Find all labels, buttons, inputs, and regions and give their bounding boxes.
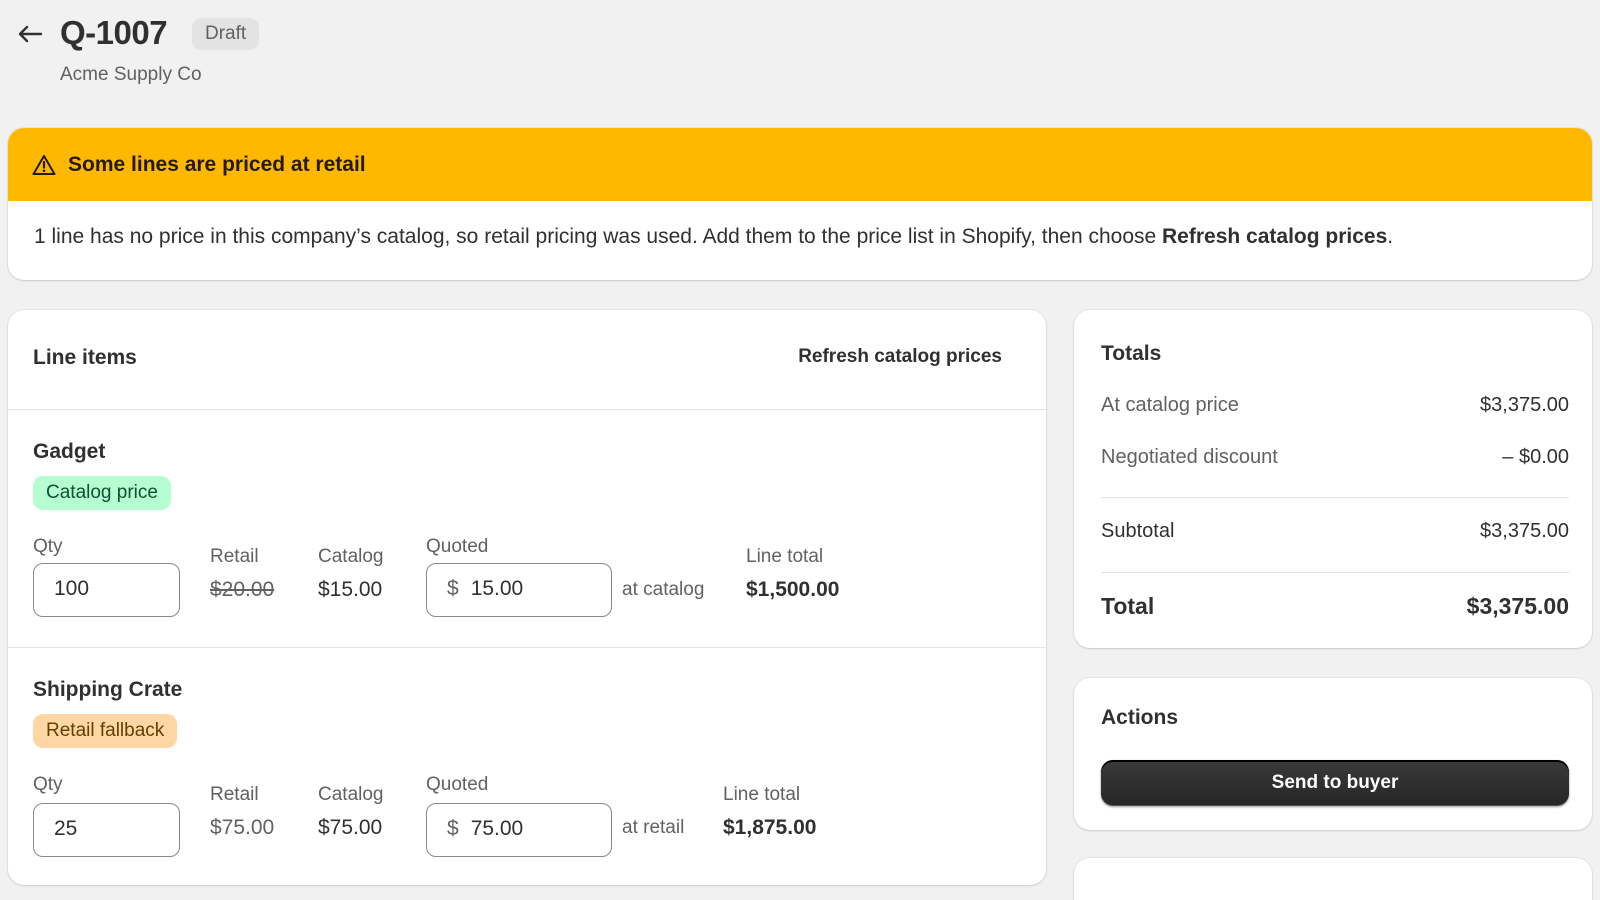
retail-fallback-badge: Retail fallback (33, 714, 178, 748)
quoted-price-input[interactable]: $75.00 (426, 803, 612, 857)
qty-input[interactable]: 25 (33, 803, 180, 857)
banner-title: Some lines are priced at retail (68, 152, 366, 176)
back-button[interactable] (16, 20, 44, 48)
banner-emphasis: Refresh catalog prices (1162, 225, 1388, 248)
arrow-left-icon (18, 25, 43, 43)
line-total-label: Line total (746, 546, 824, 567)
catalog-price-badge: Catalog price (33, 476, 171, 510)
quoted-value: 75.00 (470, 817, 524, 840)
line-items-title: Line items (33, 346, 137, 369)
line-total-value: $1,500.00 (746, 578, 840, 601)
line-total-label: Line total (723, 784, 801, 805)
pricing-note: at retail (622, 817, 685, 838)
actions-card: Actions Send to buyer (1074, 678, 1592, 830)
total-value: $3,375.00 (1466, 593, 1569, 619)
line-items-header: Line items Refresh catalog prices (8, 310, 1046, 410)
retail-label: Retail (210, 546, 259, 567)
qty-label: Qty (33, 774, 63, 795)
at-catalog-value: $3,375.00 (1480, 394, 1569, 416)
line-item-row: Gadget Catalog price Qty 100 Retail $20.… (8, 410, 1046, 647)
qty-label: Qty (33, 536, 63, 557)
totals-divider (1101, 572, 1569, 573)
retail-price: $20.00 (210, 578, 275, 601)
line-items-card: Line items Refresh catalog prices Gadget… (8, 310, 1046, 885)
product-name: Gadget (33, 440, 106, 463)
retail-price: $75.00 (210, 816, 275, 839)
totals-card: Totals At catalog price $3,375.00 Negoti… (1074, 310, 1592, 648)
actions-title: Actions (1101, 706, 1179, 729)
discount-value: – $0.00 (1502, 446, 1569, 468)
quoted-label: Quoted (426, 536, 489, 557)
catalog-label: Catalog (318, 546, 384, 567)
product-name: Shipping Crate (33, 678, 183, 701)
currency-prefix: $ (447, 577, 459, 600)
send-to-buyer-button[interactable]: Send to buyer (1101, 760, 1569, 806)
catalog-label: Catalog (318, 784, 384, 805)
status-badge: Draft (192, 18, 260, 50)
total-label: Total (1101, 593, 1155, 619)
banner-message: 1 line has no price in this company’s ca… (8, 201, 1592, 273)
catalog-price: $15.00 (318, 578, 383, 601)
quoted-price-input[interactable]: $15.00 (426, 563, 612, 617)
pricing-note: at catalog (622, 579, 705, 600)
at-catalog-row: At catalog price $3,375.00 (1101, 394, 1569, 417)
total-row: Total $3,375.00 (1101, 593, 1569, 620)
catalog-price: $75.00 (318, 816, 383, 839)
banner-text-end: . (1387, 225, 1394, 248)
quoted-value: 15.00 (470, 577, 524, 600)
subtotal-label: Subtotal (1101, 520, 1175, 542)
line-total-value: $1,875.00 (723, 816, 817, 839)
subtotal-row: Subtotal $3,375.00 (1101, 520, 1569, 543)
totals-divider (1101, 497, 1569, 498)
retail-label: Retail (210, 784, 259, 805)
banner-text: 1 line has no price in this company’s ca… (34, 225, 1163, 248)
banner-header: Some lines are priced at retail (8, 128, 1592, 201)
additional-card (1074, 858, 1592, 900)
line-item-row: Shipping Crate Retail fallback Qty 25 Re… (8, 647, 1046, 884)
discount-label: Negotiated discount (1101, 446, 1278, 468)
refresh-catalog-prices-button[interactable]: Refresh catalog prices (798, 346, 1002, 368)
page-title: Q-1007 (60, 14, 168, 51)
at-catalog-label: At catalog price (1101, 394, 1239, 416)
totals-title: Totals (1101, 342, 1162, 365)
currency-prefix: $ (447, 817, 459, 840)
qty-input[interactable]: 100 (33, 563, 180, 617)
retail-warning-banner: Some lines are priced at retail 1 line h… (8, 128, 1592, 280)
page-header: Q-1007 Draft Acme Supply Co (0, 0, 1600, 110)
quoted-label: Quoted (426, 774, 489, 795)
warning-icon (32, 154, 56, 175)
discount-row: Negotiated discount – $0.00 (1101, 446, 1569, 469)
company-name: Acme Supply Co (60, 64, 202, 85)
subtotal-value: $3,375.00 (1480, 520, 1569, 542)
